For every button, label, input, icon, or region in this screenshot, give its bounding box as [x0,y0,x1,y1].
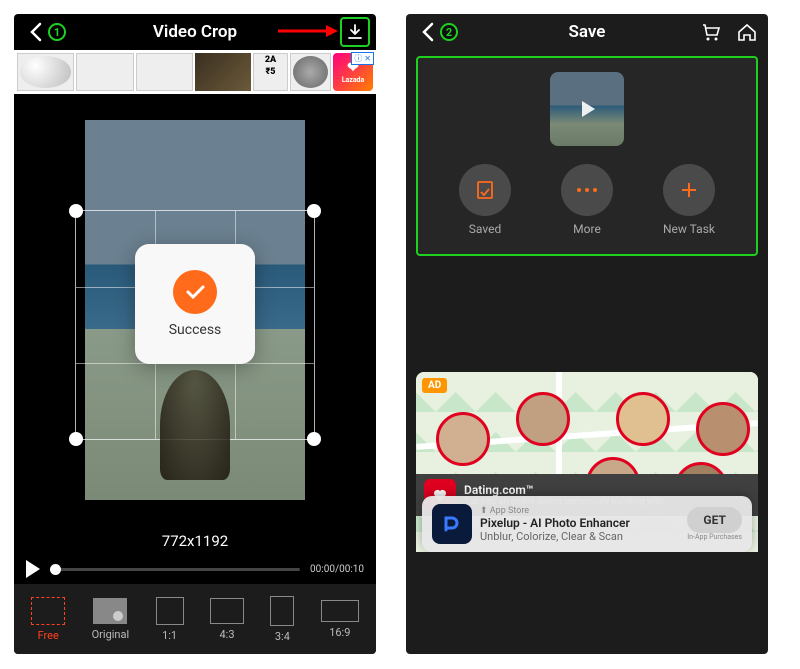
ratio-1-1[interactable]: 1:1 [156,597,184,642]
appstore-text: ⬆ App Store Pixelup - AI Photo Enhancer … [480,506,679,543]
annotation-arrow [278,24,338,38]
pixelup-app-icon [432,504,472,544]
ratio-3-4[interactable]: 3:4 [270,596,294,643]
download-button[interactable] [340,17,370,47]
ad-thumb [17,53,74,91]
get-button[interactable]: GET [687,507,742,533]
plus-icon [663,164,715,216]
step-1-badge: 1 [48,23,66,41]
ad-info-badge[interactable]: ⓘ ✕ [351,52,374,65]
ad-badge: AD [422,378,447,393]
ad-card[interactable]: AD Dating.com™ Tap into an online dating… [416,372,758,552]
map-pin-avatar [696,402,750,456]
map-pin-avatar [616,392,670,446]
ad-thumb: 2A₹5 [253,53,288,91]
header-title: Video Crop [153,22,237,42]
appstore-banner[interactable]: ⬆ App Store Pixelup - AI Photo Enhancer … [422,496,752,552]
playbar: 00:00/00:10 [14,554,376,584]
crop-handle-tl[interactable] [69,204,83,218]
map-pin-avatar [436,412,490,466]
new-task-action[interactable]: New Task [663,164,715,236]
success-label: Success [169,322,222,338]
screen-save: 2 Save Saved More [406,14,768,654]
ratio-4-3[interactable]: 4:3 [210,598,244,641]
header: 1 Video Crop [14,14,376,50]
aspect-ratio-bar: Free Original 1:1 4:3 3:4 16:9 [14,584,376,654]
ad-thumb [195,53,250,91]
ratio-free[interactable]: Free [31,597,65,642]
home-icon[interactable] [734,19,760,45]
video-thumbnail[interactable] [550,72,624,146]
video-preview[interactable]: Success [14,94,376,526]
checkmark-icon [173,270,217,314]
ad-thumb [76,53,133,91]
cart-icon[interactable] [698,19,724,45]
success-toast: Success [135,244,255,364]
dimensions-label: 772x1192 [14,526,376,554]
save-result-panel: Saved More New Task [416,56,758,256]
more-icon [561,164,613,216]
ad-banner-strip[interactable]: 2A₹5 ❤Lazada ⓘ ✕ [14,50,376,94]
ad-thumb [136,53,193,91]
header-title: Save [569,22,606,42]
ad-thumb [290,53,331,91]
map-pin-avatar [516,392,570,446]
play-button[interactable] [26,560,40,578]
back-button[interactable] [22,18,50,46]
screen-video-crop: 1 Video Crop 2A₹5 ❤Lazada ⓘ ✕ [14,14,376,654]
saved-action[interactable]: Saved [459,164,511,236]
time-display: 00:00/00:10 [310,564,364,575]
ratio-16-9[interactable]: 16:9 [321,600,359,639]
crop-handle-bl[interactable] [69,432,83,446]
step-2-badge: 2 [440,23,458,41]
crop-handle-tr[interactable] [307,204,321,218]
crop-handle-br[interactable] [307,432,321,446]
iap-label: In-App Purchases [687,533,742,541]
ratio-original[interactable]: Original [92,598,130,641]
more-action[interactable]: More [561,164,613,236]
header: 2 Save [406,14,768,50]
saved-icon [459,164,511,216]
seek-slider[interactable] [50,568,300,571]
back-button[interactable] [414,18,442,46]
